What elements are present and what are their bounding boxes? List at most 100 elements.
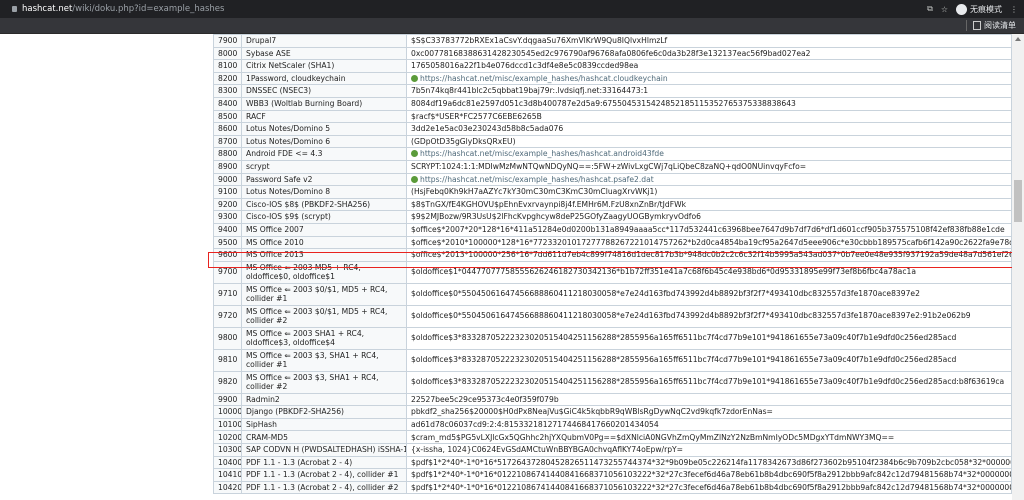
- example-hash-cell: 22527bee5c29ce95373c4e0f359f079b: [406, 392, 1012, 407]
- example-hash-cell: $pdf$1*2*40*-1*0*16*01221086741440841668…: [406, 480, 1012, 495]
- hash-name-cell: 1Password, cloudkeychain: [241, 71, 407, 86]
- example-hash-cell: (GDpOtD35gGlyDksQRxEU): [406, 134, 1012, 149]
- example-hash-cell: $office$*2010*100000*128*16*772332010172…: [406, 235, 1012, 250]
- table-row: 9710 MS Office ⇐ 2003 $0/$1, MD5 + RC4, c…: [213, 282, 1012, 306]
- scroll-up-icon[interactable]: [1015, 37, 1021, 41]
- example-hash-cell: 3dd2e1e5ac03e230243d58b8c5ada076: [406, 122, 1012, 136]
- hash-name-cell: scrypt: [241, 159, 407, 174]
- globe-icon: [411, 175, 418, 183]
- example-hash-cell: 7b5n74kq8r441blc2c5qbbat19baj79r:.lvdsiq…: [406, 84, 1012, 98]
- hash-mode-cell: 9700: [213, 260, 242, 284]
- hash-name-cell: Sybase ASE: [241, 46, 407, 61]
- table-row: 10410 PDF 1.1 - 1.3 (Acrobat 2 - 4), coll…: [213, 468, 1012, 482]
- hash-mode-cell: 10400: [213, 455, 242, 470]
- reading-list-label: 阅读清单: [984, 21, 1016, 30]
- hash-name-cell: SipHash: [241, 417, 407, 432]
- incognito-label: 无痕模式: [970, 4, 1002, 14]
- hash-mode-cell: 9810: [213, 348, 242, 372]
- example-hash-cell: $oldoffice$0*550450616474566888604112180…: [406, 304, 1012, 328]
- hash-mode-cell: 8100: [213, 59, 242, 73]
- example-hash-cell: $oldoffice$3*833287052223230205154042511…: [406, 348, 1012, 372]
- lock-icon: [12, 5, 17, 12]
- hash-name-cell: DNSSEC (NSEC3): [241, 84, 407, 98]
- hash-name-cell: MS Office ⇐ 2003 $3, SHA1 + RC4, collide…: [241, 348, 407, 372]
- example-hash-cell: {x-issha, 1024}C0624EvGSdAMCtuWnBBYBGA0c…: [406, 443, 1012, 457]
- example-hash-cell: $oldoffice$3*833287052223230205154042511…: [406, 326, 1012, 350]
- table-row: 9000 Password Safe v2 https://hashcat.net/…: [213, 172, 1012, 187]
- example-hash-cell: 0xc00778168388631428230545ed2c976790af96…: [406, 46, 1012, 61]
- example-hash-cell: $office$*2013*100000*256*16*7dd611d7eb4c…: [406, 248, 1012, 262]
- hash-mode-cell: 8300: [213, 84, 242, 98]
- example-hash-cell: 1765058016a22f1b4e076dccd1c3df4e8e5c0839…: [406, 59, 1012, 73]
- hash-name-cell: CRAM-MD5: [241, 430, 407, 445]
- page-scrollbar[interactable]: [1012, 34, 1024, 500]
- hash-name-cell: MS Office ⇐ 2003 $0/$1, MD5 + RC4, colli…: [241, 282, 407, 306]
- scrollbar-thumb[interactable]: [1014, 180, 1022, 222]
- hash-mode-cell: 8900: [213, 159, 242, 174]
- example-hash-link[interactable]: https://hashcat.net/misc/example_hashes/…: [420, 175, 654, 184]
- hash-name-cell: Django (PBKDF2-SHA256): [241, 405, 407, 419]
- hash-name-cell: Android FDE <= 4.3: [241, 147, 407, 161]
- example-hash-link[interactable]: https://hashcat.net/misc/example_hashes/…: [420, 74, 668, 83]
- hash-name-cell: MS Office ⇐ 2003 $3, SHA1 + RC4, collide…: [241, 370, 407, 394]
- hash-mode-cell: 8500: [213, 109, 242, 124]
- hash-name-cell: Cisco-IOS $9$ (scrypt): [241, 210, 407, 224]
- hash-mode-cell: 10000: [213, 405, 242, 419]
- table-row: 10420 PDF 1.1 - 1.3 (Acrobat 2 - 4), coll…: [213, 480, 1012, 495]
- table-row: 8700 Lotus Notes/Domino 6 (GDpOtD35gGlyDks…: [213, 134, 1012, 149]
- table-row: 8300 DNSSEC (NSEC3) 7b5n74kq8r441blc2c5qbb…: [213, 84, 1012, 98]
- hash-name-cell: PDF 1.1 - 1.3 (Acrobat 2 - 4), collider …: [241, 480, 407, 495]
- example-hashes-table-container: 7900 Drupal7 $S$C33783772bRXEx1aCsvY.dqgaa…: [213, 34, 1012, 500]
- hash-name-cell: Drupal7: [241, 34, 407, 48]
- table-row: 9300 Cisco-IOS $9$ (scrypt) $9$2MJBozw/9R3…: [213, 210, 1012, 224]
- hash-mode-cell: 9500: [213, 235, 242, 250]
- table-row: 9800 MS Office ⇐ 2003 SHA1 + RC4, oldoffi…: [213, 326, 1012, 350]
- hash-mode-cell: 9820: [213, 370, 242, 394]
- hash-mode-cell: 8600: [213, 122, 242, 136]
- reading-list-button[interactable]: 阅读清单: [966, 20, 1016, 31]
- example-hash-cell: 8084df19a6dc81e2597d051c3d8b400787e2d5a9…: [406, 96, 1012, 111]
- hash-mode-cell: 9800: [213, 326, 242, 350]
- example-hash-cell: pbkdf2_sha256$20000$H0dPx8NeajVu$GiC4k5k…: [406, 405, 1012, 419]
- table-row: 9100 Lotus Notes/Domino 8 (HsjFebq0Kh9kH7a…: [213, 185, 1012, 199]
- table-row: 9900 Radmin2 22527bee5c29ce95373c4e0f359f0…: [213, 392, 1012, 407]
- example-hash-cell: https://hashcat.net/misc/example_hashes/…: [406, 147, 1012, 161]
- table-row: 8800 Android FDE <= 4.3 https://hashcat.ne…: [213, 147, 1012, 161]
- example-hash-cell: https://hashcat.net/misc/example_hashes/…: [406, 172, 1012, 187]
- hash-mode-cell: 9710: [213, 282, 242, 306]
- hash-mode-cell: 8000: [213, 46, 242, 61]
- hash-mode-cell: 9900: [213, 392, 242, 407]
- hash-mode-cell: 9000: [213, 172, 242, 187]
- bookmark-star-icon[interactable]: ☆: [941, 5, 948, 14]
- hash-name-cell: MS Office 2013: [241, 248, 407, 262]
- example-hash-cell: ad61d78c06037cd9:2:4:8153321812717446841…: [406, 417, 1012, 432]
- hash-name-cell: Lotus Notes/Domino 5: [241, 122, 407, 136]
- table-row: 9400 MS Office 2007 $office$*2007*20*128*1…: [213, 222, 1012, 237]
- table-row: 9720 MS Office ⇐ 2003 $0/$1, MD5 + RC4, c…: [213, 304, 1012, 328]
- hash-mode-cell: 9100: [213, 185, 242, 199]
- menu-kebab-icon[interactable]: ⋮: [1010, 5, 1018, 14]
- table-row: 10200 CRAM-MD5 $cram_md5$PG5vLXJlcGx5QGhhc…: [213, 430, 1012, 445]
- table-row: 9810 MS Office ⇐ 2003 $3, SHA1 + RC4, col…: [213, 348, 1012, 372]
- hash-name-cell: MS Office ⇐ 2003 $0/$1, MD5 + RC4, colli…: [241, 304, 407, 328]
- translate-icon[interactable]: ⧉: [927, 4, 933, 14]
- table-row: 9500 MS Office 2010 $office$*2010*100000*1…: [213, 235, 1012, 250]
- incognito-button[interactable]: 无痕模式: [956, 3, 1002, 15]
- table-row: 10400 PDF 1.1 - 1.3 (Acrobat 2 - 4) $pdf$1…: [213, 455, 1012, 470]
- hash-mode-cell: 8200: [213, 71, 242, 86]
- bookmarks-bar: 阅读清单: [0, 18, 1024, 34]
- table-row: 8400 WBB3 (Woltlab Burning Board) 8084df19…: [213, 96, 1012, 111]
- table-row: 8200 1Password, cloudkeychain https://hash…: [213, 71, 1012, 86]
- example-hash-cell: $racf$*USER*FC2577C6EBE6265B: [406, 109, 1012, 124]
- example-hash-cell: $office$*2007*20*128*16*411a51284e0d0200…: [406, 222, 1012, 237]
- example-hash-cell: $pdf$1*2*40*-1*0*16*01221086741440841668…: [406, 468, 1012, 482]
- address-bar[interactable]: hashcat.net/wiki/doku.php?id=example_has…: [8, 2, 1018, 16]
- example-hash-link[interactable]: https://hashcat.net/misc/example_hashes/…: [420, 149, 664, 158]
- example-hash-cell: $oldoffice$0*550450616474566888604112180…: [406, 282, 1012, 306]
- hash-name-cell: MS Office 2007: [241, 222, 407, 237]
- example-hash-cell: $pdf$1*2*40*-1*0*16*51726437280452826511…: [406, 455, 1012, 470]
- globe-icon: [411, 150, 418, 158]
- hash-mode-cell: 9300: [213, 210, 242, 224]
- hash-name-cell: PDF 1.1 - 1.3 (Acrobat 2 - 4), collider …: [241, 468, 407, 482]
- hash-mode-cell: 7900: [213, 34, 242, 48]
